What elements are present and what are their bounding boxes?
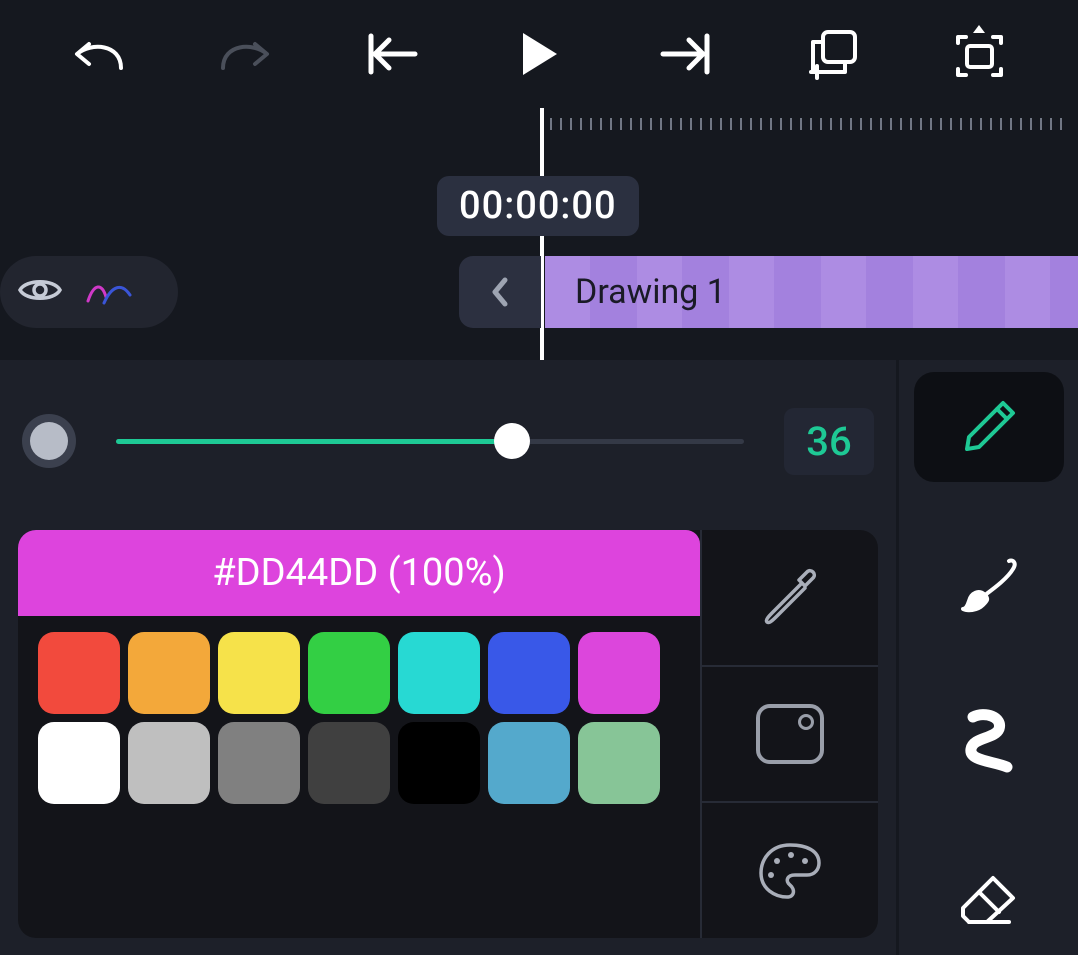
timecode-display: 00:00:00 <box>437 176 639 236</box>
palette-button[interactable] <box>702 801 878 938</box>
brush-size-text: 36 <box>806 418 851 465</box>
timeline: 00:00:00 Drawing 1 <box>0 108 1078 360</box>
color-swatch[interactable] <box>308 722 390 804</box>
skip-end-icon <box>658 32 713 76</box>
redo-button[interactable] <box>213 22 278 87</box>
eraser-tool-button[interactable] <box>914 845 1064 955</box>
color-swatch[interactable] <box>218 632 300 714</box>
color-swatch[interactable] <box>218 722 300 804</box>
eyedropper-button[interactable] <box>702 530 878 665</box>
color-swatch[interactable] <box>38 722 120 804</box>
brush-preview[interactable] <box>22 414 76 468</box>
skip-start-icon <box>365 32 420 76</box>
slider-fill <box>116 439 512 444</box>
play-icon <box>519 31 559 77</box>
color-swatch[interactable] <box>128 632 210 714</box>
undo-icon <box>71 34 126 74</box>
eraser-icon <box>957 872 1021 928</box>
color-swatch[interactable] <box>488 722 570 804</box>
slider-thumb[interactable] <box>494 423 530 459</box>
brush-tool-button[interactable] <box>914 530 1064 640</box>
color-swatch-grid <box>18 616 700 820</box>
current-color-display[interactable]: #DD44DD (100%) <box>18 530 700 616</box>
fullscreen-icon <box>952 23 1007 85</box>
tool-sidebar <box>896 360 1078 955</box>
eyedropper-icon <box>759 566 821 628</box>
clip-label: Drawing 1 <box>575 272 726 312</box>
squiggle-icon <box>959 707 1019 777</box>
chevron-left-icon <box>490 276 510 308</box>
brush-size-row: 36 <box>0 360 896 522</box>
brush-icon <box>959 555 1019 615</box>
fill-rect-button[interactable] <box>702 665 878 802</box>
fill-rect-icon <box>756 704 824 764</box>
pencil-icon <box>959 397 1019 457</box>
timeline-ruler[interactable] <box>540 112 1078 136</box>
color-swatch[interactable] <box>308 632 390 714</box>
timecode-text: 00:00:00 <box>459 184 617 228</box>
color-swatch[interactable] <box>38 632 120 714</box>
layer-row: Drawing 1 <box>0 256 1078 328</box>
layer-chip[interactable] <box>0 256 178 328</box>
add-frame-button[interactable] <box>800 22 865 87</box>
undo-button[interactable] <box>66 22 131 87</box>
color-swatch[interactable] <box>128 722 210 804</box>
visibility-icon[interactable] <box>18 275 62 309</box>
color-swatch[interactable] <box>578 722 660 804</box>
top-toolbar <box>0 0 1078 108</box>
play-button[interactable] <box>506 22 571 87</box>
left-column: 36 #DD44DD (100%) <box>0 360 896 955</box>
add-frame-icon <box>805 28 860 80</box>
color-tools-column <box>700 530 878 938</box>
brush-preview-dot <box>30 422 68 460</box>
timeline-clip[interactable]: Drawing 1 <box>545 256 1078 328</box>
color-swatch[interactable] <box>488 632 570 714</box>
color-swatch[interactable] <box>398 632 480 714</box>
current-color-label: #DD44DD (100%) <box>212 551 505 595</box>
brush-size-value[interactable]: 36 <box>784 408 874 475</box>
bottom-panel: 36 #DD44DD (100%) <box>0 360 1078 955</box>
color-swatch[interactable] <box>398 722 480 804</box>
palette-icon <box>757 841 823 901</box>
pencil-tool-button[interactable] <box>914 372 1064 482</box>
redo-icon <box>218 34 273 74</box>
to-start-button[interactable] <box>360 22 425 87</box>
color-swatch[interactable] <box>578 632 660 714</box>
clip-prev-button[interactable] <box>459 256 541 328</box>
color-panel: #DD44DD (100%) <box>18 530 878 938</box>
layer-thumbnail-icon <box>84 277 128 307</box>
squiggle-tool-button[interactable] <box>914 688 1064 798</box>
to-end-button[interactable] <box>653 22 718 87</box>
fullscreen-button[interactable] <box>947 22 1012 87</box>
brush-size-slider[interactable] <box>116 421 744 461</box>
